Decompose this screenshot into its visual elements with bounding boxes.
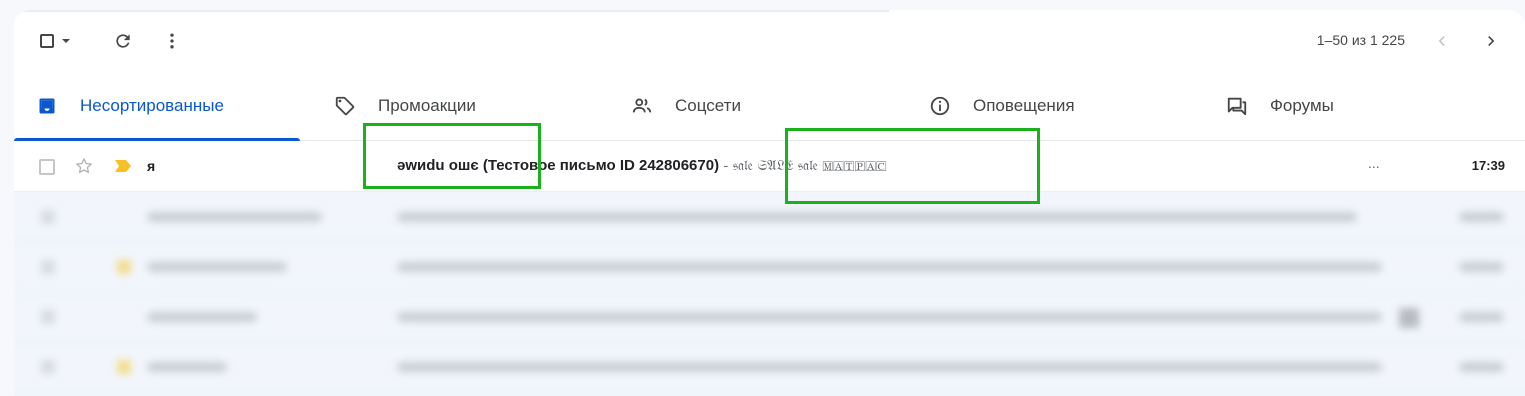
info-icon — [929, 95, 951, 117]
email-ellipsis: ... — [1368, 155, 1380, 171]
next-page-button[interactable] — [1480, 30, 1502, 52]
pagination-text: 1–50 из 1 225 — [1316, 32, 1405, 48]
star-icon[interactable] — [74, 156, 94, 179]
chevron-left-icon — [1438, 36, 1445, 46]
mail-panel: 1–50 из 1 225 Несортированные Промоакции — [14, 10, 1525, 396]
tab-label: Несортированные — [80, 96, 224, 115]
tab-primary[interactable]: Несортированные — [36, 72, 224, 140]
blurred-email-row — [14, 242, 1525, 293]
email-time: 17:39 — [1471, 158, 1505, 173]
tab-label: Соцсети — [675, 96, 741, 115]
email-snippet: - 𝔰𝔞𝔩𝔢 𝔖𝔄𝔏𝔈 𝔰𝔞𝔩𝔢 🄼🄰🅃🄿🄰🄲 — [719, 158, 887, 174]
tab-updates[interactable]: Оповещения — [929, 72, 1075, 140]
blurred-email-row — [14, 342, 1525, 393]
email-row[interactable]: я ǝwиdu oшє (Тестовое письмо ID 24280667… — [14, 141, 1525, 192]
tab-promotions[interactable]: Промоакции — [334, 72, 476, 140]
blurred-email-list — [14, 192, 1525, 396]
tab-label: Форумы — [1270, 96, 1334, 115]
chevron-right-icon — [1488, 36, 1495, 46]
tag-icon — [334, 95, 356, 117]
prev-page-button[interactable] — [1431, 30, 1453, 52]
important-marker-icon[interactable] — [114, 159, 132, 176]
email-subject: ǝwиdu oшє (Тестовое письмо ID 242806670) — [397, 157, 720, 174]
blurred-email-row — [14, 192, 1525, 243]
refresh-icon — [116, 34, 130, 48]
select-all-button[interactable] — [34, 30, 78, 52]
category-tabs: Несортированные Промоакции Соцсети Опове… — [14, 72, 1525, 141]
tab-forums[interactable]: Форумы — [1226, 72, 1334, 140]
inbox-icon — [36, 95, 58, 117]
email-subject-line: ǝwиdu oшє (Тестовое письмо ID 242806670)… — [397, 157, 887, 174]
tab-label: Промоакции — [378, 96, 476, 115]
people-icon — [631, 95, 653, 117]
checkbox-icon — [40, 34, 54, 48]
forum-icon — [1226, 95, 1248, 117]
more-options-button[interactable] — [162, 30, 182, 52]
row-checkbox[interactable] — [39, 159, 55, 175]
email-sender: я — [147, 158, 156, 174]
toolbar: 1–50 из 1 225 — [14, 10, 1525, 72]
tab-social[interactable]: Соцсети — [631, 72, 741, 140]
refresh-button[interactable] — [111, 30, 135, 52]
blurred-email-row — [14, 292, 1525, 343]
more-vert-icon — [170, 33, 174, 49]
chevron-down-icon — [62, 39, 70, 43]
tab-label: Оповещения — [973, 96, 1075, 115]
